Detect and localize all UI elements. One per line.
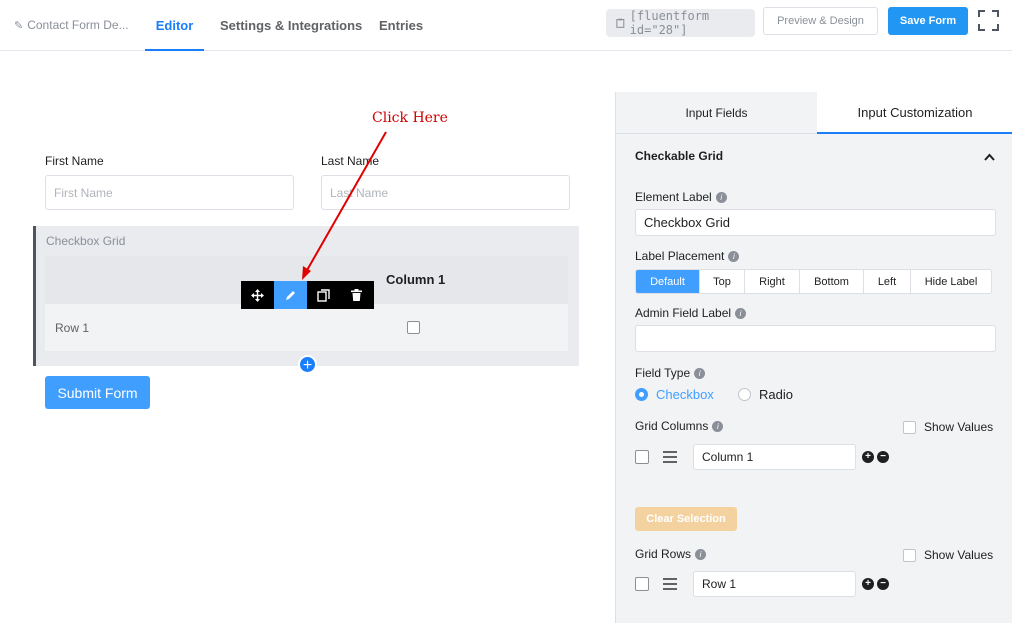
duplicate-icon[interactable] [307,281,340,309]
remove-icon[interactable]: − [877,578,889,590]
shortcode-text: [fluentform id="28"] [629,9,710,37]
checkable-grid-section[interactable]: Checkable Grid [616,135,1012,178]
add-icon[interactable]: + [862,578,874,590]
add-field-button[interactable]: + [298,355,317,374]
admin-field-label-input[interactable] [635,325,996,352]
radio-dot [738,388,751,401]
placement-default[interactable]: Default [636,270,700,293]
settings-panel: Input Fields Input Customization Checkab… [615,92,1012,623]
grid-row: Row 1 [45,304,568,351]
element-label-text: Element Label [635,190,712,204]
row-input[interactable]: Row 1 [693,571,856,597]
show-values-label: Show Values [924,548,994,562]
info-icon: i [712,420,724,432]
row-default-checkbox[interactable] [635,577,649,591]
section-title: Checkable Grid [635,149,724,163]
show-values-checkbox[interactable] [903,548,916,562]
element-label-title: Element Label i [635,190,727,204]
radio-radio[interactable]: Radio [738,387,793,402]
first-name-input[interactable]: First Name [45,175,294,210]
first-name-label: First Name [45,154,104,168]
grid-rows-text: Grid Rows [635,547,692,561]
drag-handle-icon[interactable] [663,451,677,463]
column-default-checkbox[interactable] [635,450,649,464]
placement-left[interactable]: Left [864,270,911,293]
radio-checkbox[interactable]: Checkbox [635,387,714,402]
tab-editor[interactable]: Editor [145,0,204,51]
radio-radio-label: Radio [759,387,793,402]
pencil-icon: ✎ [14,19,24,32]
fullscreen-icon[interactable] [978,10,999,31]
chevron-up-icon [984,153,995,161]
placement-right[interactable]: Right [745,270,800,293]
tab-entries[interactable]: Entries [379,0,423,51]
checkbox-grid-label: Checkbox Grid [46,234,126,248]
grid-row-label: Row 1 [55,321,90,335]
admin-field-label-title: Admin Field Label i [635,306,747,320]
drag-handle-icon[interactable] [663,578,677,590]
field-type-text: Field Type [635,366,691,380]
show-values-rows[interactable]: Show Values [903,548,993,562]
shortcode-copy[interactable]: [fluentform id="28"] [606,9,755,37]
field-action-toolbar [241,281,374,309]
clipboard-icon [616,18,625,28]
label-placement-title: Label Placement i [635,249,740,263]
top-bar: ✎ Contact Form De... Editor Settings & I… [0,0,1012,51]
tab-input-customization[interactable]: Input Customization [817,92,1012,134]
add-icon[interactable]: + [862,451,874,463]
label-placement-segmented: Default Top Right Bottom Left Hide Label [635,269,992,294]
click-here-annotation: Click Here [372,110,448,126]
delete-icon[interactable] [340,281,373,309]
preview-design-button[interactable]: Preview & Design [763,7,878,35]
edit-icon[interactable] [274,281,307,309]
show-values-label: Show Values [924,420,994,434]
tab-settings-integrations[interactable]: Settings & Integrations [220,0,362,51]
field-type-title: Field Type i [635,366,706,380]
info-icon: i [694,367,706,379]
grid-columns-title: Grid Columns i [635,419,724,433]
placement-hide-label[interactable]: Hide Label [911,270,991,293]
label-placement-text: Label Placement [635,249,725,263]
remove-icon[interactable]: − [877,451,889,463]
form-title: Contact Form De... [27,18,129,32]
grid-checkbox[interactable] [407,321,420,334]
admin-field-label-text: Admin Field Label [635,306,732,320]
tab-input-fields[interactable]: Input Fields [616,92,817,134]
show-values-checkbox[interactable] [903,420,916,434]
radio-dot-selected [635,388,648,401]
grid-columns-text: Grid Columns [635,419,709,433]
info-icon: i [735,307,747,319]
info-icon: i [715,191,727,203]
placement-top[interactable]: Top [700,270,745,293]
submit-form-button[interactable]: Submit Form [45,376,150,409]
info-icon: i [695,548,707,560]
grid-column-header: Column 1 [386,272,446,287]
show-values-columns[interactable]: Show Values [903,420,993,434]
radio-checkbox-label: Checkbox [656,387,714,402]
column-input[interactable]: Column 1 [693,444,856,470]
info-icon: i [728,250,740,262]
last-name-label: Last Name [321,154,380,168]
last-name-input[interactable]: Last Name [321,175,570,210]
save-form-button[interactable]: Save Form [888,7,968,35]
grid-rows-title: Grid Rows i [635,547,707,561]
element-label-input[interactable]: Checkbox Grid [635,209,996,236]
column-item: Column 1 + − [635,443,889,471]
row-item: Row 1 + − [635,570,889,598]
placement-bottom[interactable]: Bottom [800,270,864,293]
clear-selection-button[interactable]: Clear Selection [635,507,737,531]
breadcrumb[interactable]: ✎ Contact Form De... [14,18,129,32]
move-icon[interactable] [241,281,274,309]
